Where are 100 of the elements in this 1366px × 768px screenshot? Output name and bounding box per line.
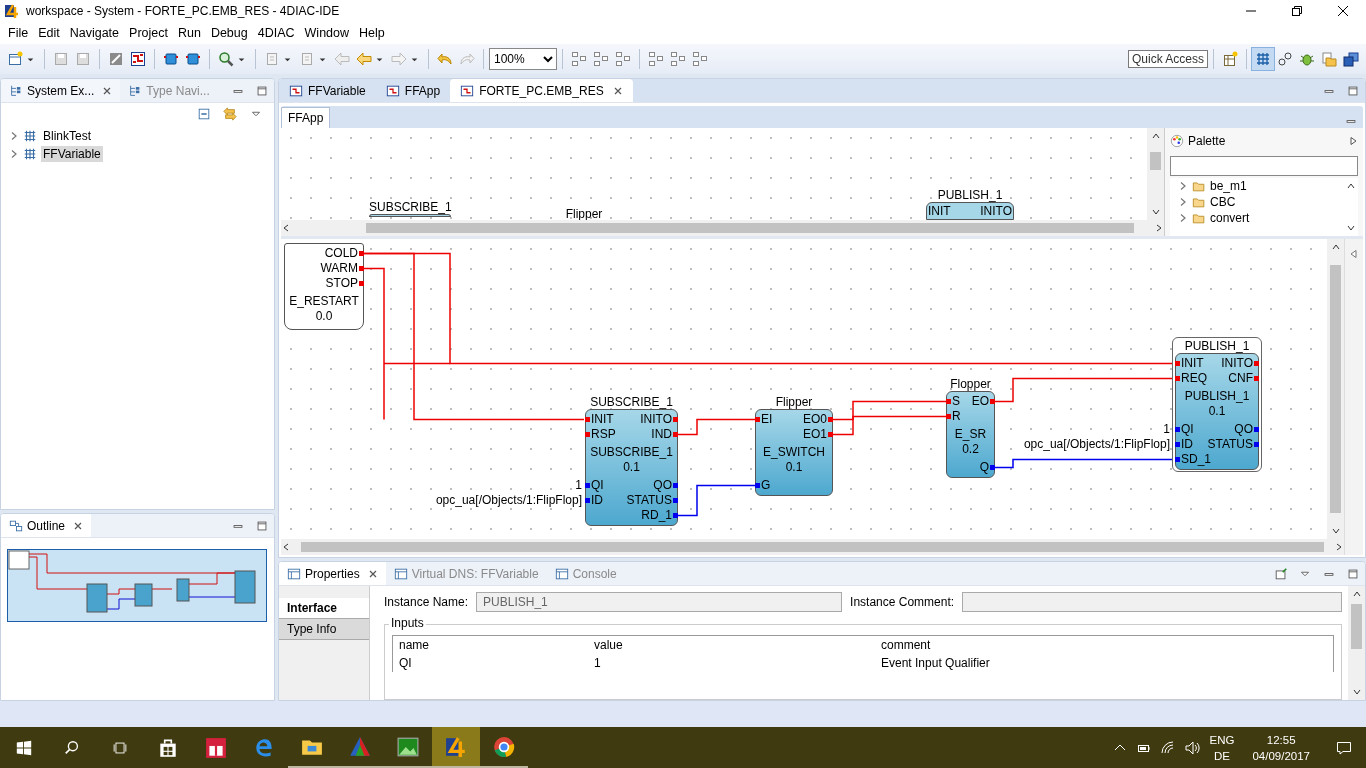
port-label: INITO: [1220, 356, 1254, 371]
block-name: SUBSCRIBE_1: [369, 200, 451, 214]
field-label: Instance Name:: [384, 595, 469, 609]
port-label: INIT: [1180, 356, 1205, 371]
quick-access-field[interactable]: Quick Access: [1127, 50, 1208, 68]
port-label: STATUS: [1206, 437, 1254, 452]
instance-name-field[interactable]: PUBLISH_1: [476, 592, 843, 612]
close-icon[interactable]: [102, 85, 113, 96]
block-type: E_SR: [953, 427, 988, 442]
instance-comment-field[interactable]: [962, 592, 1342, 612]
function-block[interactable]: [369, 214, 451, 217]
view-tab-icon: [554, 566, 569, 581]
system-icon: [23, 147, 37, 161]
port-label: INIT: [927, 204, 952, 219]
tree-view-icon: [9, 83, 23, 98]
menu-item[interactable]: Help: [354, 26, 390, 40]
block-name: Flipper: [564, 207, 604, 220]
group-title: Inputs: [389, 616, 426, 630]
folder-icon: [1192, 179, 1206, 193]
palette-icon: [1170, 134, 1184, 148]
port-label: R: [951, 409, 962, 424]
port-label: CNF: [1227, 371, 1254, 386]
port-label: EO: [970, 394, 990, 409]
link-arrows-icon[interactable]: [223, 107, 237, 121]
zoom-dropdown[interactable]: 100%: [489, 48, 557, 70]
menu-item[interactable]: Debug: [205, 26, 253, 40]
port-label: Q: [978, 460, 990, 475]
menu-item[interactable]: Edit: [33, 26, 65, 40]
port-label: COLD: [323, 246, 359, 261]
column-header[interactable]: value: [588, 638, 875, 652]
editor-tab[interactable]: FFApp: [281, 107, 331, 128]
image-icon: [397, 735, 419, 758]
palette-item[interactable]: be_m1: [1210, 179, 1247, 193]
editor-tab[interactable]: FFApp: [375, 79, 451, 102]
menu-item[interactable]: Window: [299, 26, 355, 40]
port-label: QI: [590, 478, 605, 493]
scrollbar-thumb[interactable]: [301, 542, 1324, 552]
block-type: E_RESTART: [288, 294, 360, 309]
pin-icon[interactable]: [1274, 566, 1288, 581]
palette-search-field[interactable]: [1170, 156, 1358, 176]
scrollbar-thumb[interactable]: [1150, 152, 1161, 170]
view-tab[interactable]: Outline: [1, 514, 92, 537]
menu-item[interactable]: Navigate: [64, 26, 125, 40]
scrollbar-thumb[interactable]: [1351, 604, 1362, 649]
maximize-icon[interactable]: [1346, 83, 1360, 98]
port-label: ID: [1180, 437, 1194, 452]
expand-arrow-icon[interactable]: [1348, 136, 1358, 146]
port-label: QO: [652, 478, 673, 493]
block-version: 0.1: [622, 460, 641, 475]
maximize-icon[interactable]: [255, 83, 269, 98]
column-header[interactable]: comment: [875, 638, 1333, 652]
menu-item[interactable]: Run: [172, 26, 206, 40]
maximize-icon[interactable]: [255, 518, 269, 533]
collapse-all-icon[interactable]: [197, 107, 211, 121]
tree-item[interactable]: BlinkTest: [41, 128, 94, 144]
palette-item[interactable]: convert: [1210, 211, 1250, 225]
show-palette-arrow-icon[interactable]: [1349, 249, 1359, 259]
table-cell-text: Event Input Qualifier: [880, 656, 991, 670]
close-icon[interactable]: [367, 568, 378, 579]
port-label: EO0: [802, 412, 828, 427]
app-logo-icon: [445, 735, 467, 758]
scrollbar-thumb[interactable]: [1330, 265, 1341, 513]
windows-icon[interactable]: [1340, 51, 1362, 67]
scrollbar-thumb[interactable]: [366, 223, 1134, 233]
view-tab-icon: [393, 566, 408, 581]
grid-icon[interactable]: [1252, 48, 1274, 70]
port-label: WARM: [319, 261, 359, 276]
block-version: 0.2: [961, 442, 980, 457]
column-header[interactable]: name: [393, 638, 588, 652]
menu-item[interactable]: File: [3, 26, 34, 40]
parameter-value: opc_ua[/Objects/1:FlipFlop]: [1023, 437, 1170, 452]
palette-title: Palette: [1188, 134, 1226, 148]
system-icon: [23, 129, 37, 143]
port-label: ID: [590, 493, 604, 508]
editor-tab[interactable]: FORTE_PC.EMB_RES: [450, 79, 633, 102]
function-block[interactable]: INIT INITO: [926, 202, 1014, 220]
menu-item[interactable]: Project: [124, 26, 173, 40]
palette-item[interactable]: CBC: [1210, 195, 1236, 209]
close-icon[interactable]: [73, 520, 84, 531]
menu-item[interactable]: 4DIAC: [252, 26, 300, 40]
side-tab[interactable]: Type Info: [279, 619, 369, 640]
maximize-icon[interactable]: [1346, 566, 1360, 581]
view-tab[interactable]: System Ex...: [1, 79, 121, 102]
taskbar-app[interactable]: [432, 727, 480, 768]
round-browser-icon: [493, 735, 515, 758]
port-label: EO1: [802, 427, 828, 442]
close-icon[interactable]: [612, 85, 623, 96]
table-cell-text: QI: [398, 656, 413, 670]
side-tab[interactable]: Interface: [279, 598, 369, 619]
triangle-icon: [349, 735, 371, 758]
block-type: E_SWITCH: [762, 445, 826, 460]
folder-icon: [1192, 195, 1206, 209]
clock[interactable]: 12:55 04/09/2017: [1240, 731, 1322, 764]
editor-tab[interactable]: FFVariable: [279, 79, 376, 102]
view-tab[interactable]: Properties: [279, 562, 386, 585]
tree-item[interactable]: FFVariable: [41, 146, 103, 162]
language-indicator[interactable]: ENG DE: [1203, 731, 1241, 764]
folder-icon: [1192, 211, 1206, 225]
port-label: INITO: [639, 412, 673, 427]
port-label: QI: [1180, 422, 1195, 437]
